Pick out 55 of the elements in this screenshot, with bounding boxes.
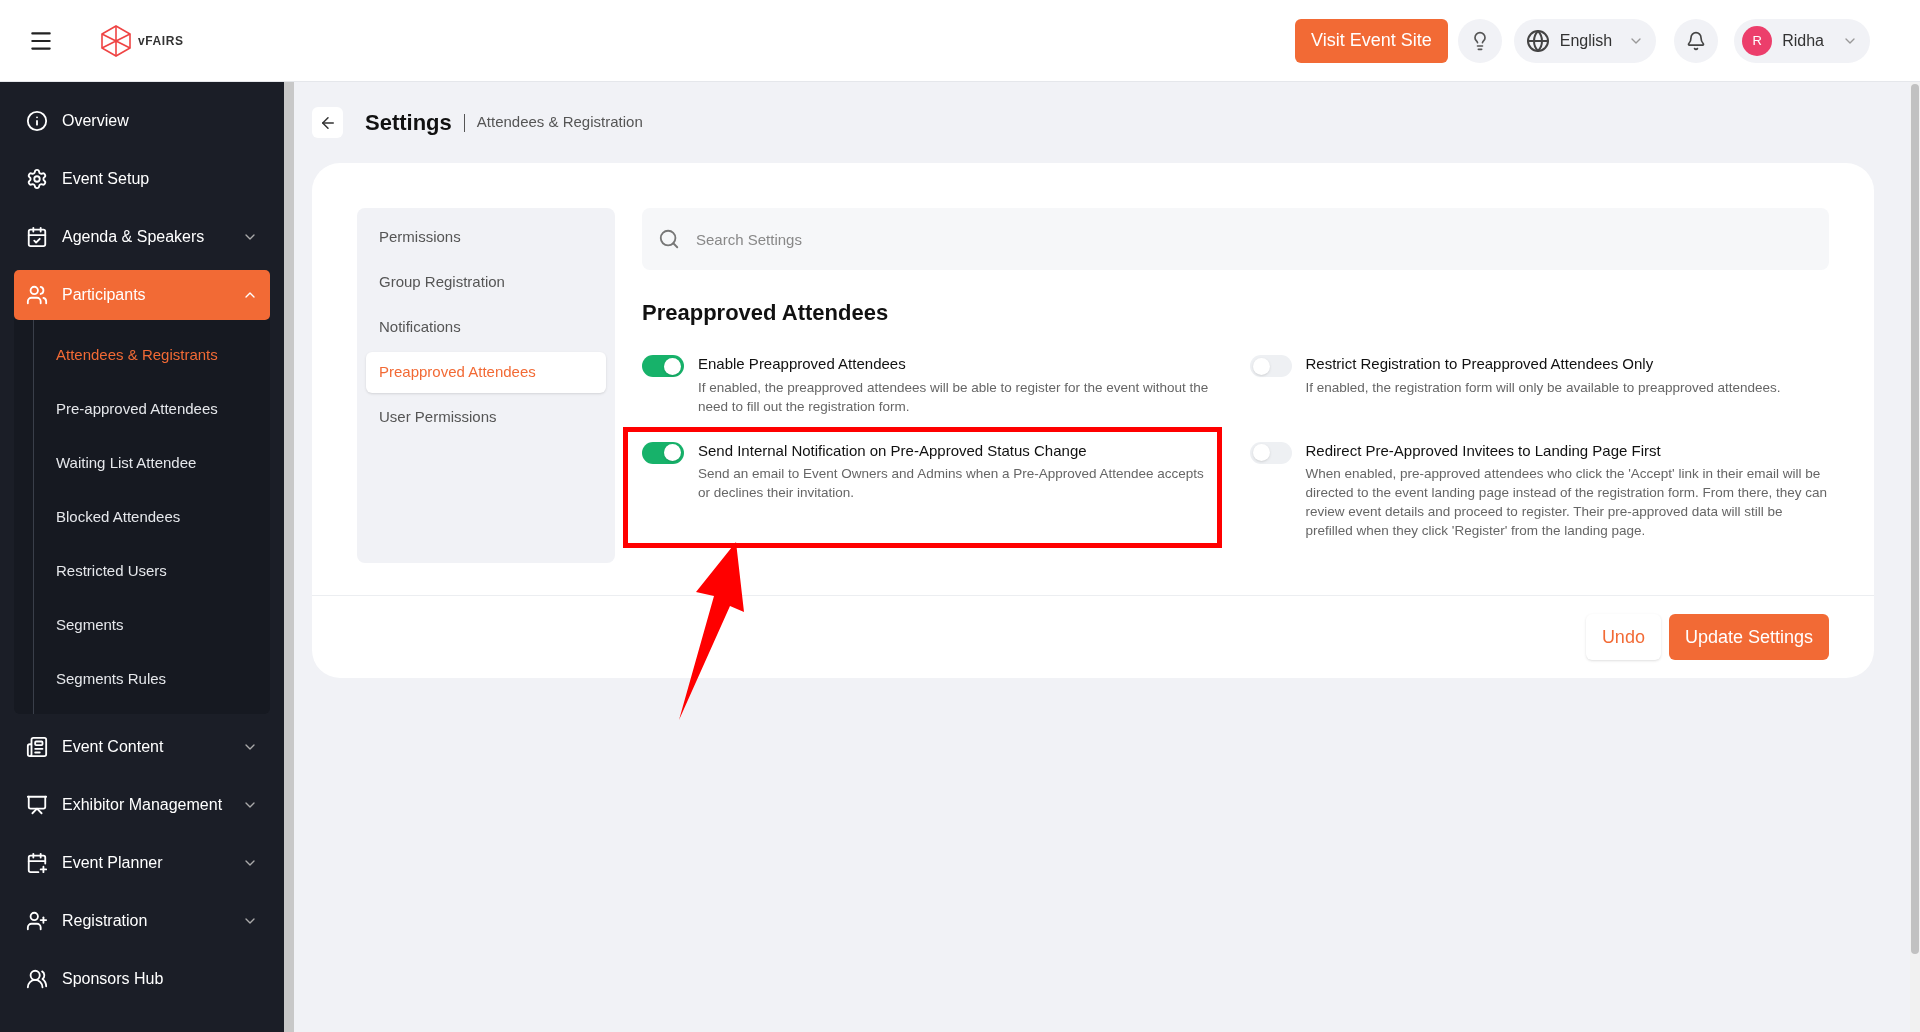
sidebar-subitem[interactable]: Segments — [34, 598, 270, 652]
setting-title: Enable Preapproved Attendees — [698, 354, 907, 374]
toggle-switch[interactable] — [642, 441, 684, 464]
setting-description: When enabled, pre-approved attendees who click the 'Accept' link in their email will be directed to the event landing page instead of the registration form. From there, they can review event details and proceed to register. Their pre-approved data will still be prefilled when they click 'Register' from the landing page. — [1305, 465, 1829, 540]
sidebar-subitem[interactable]: Waiting List Attendee — [34, 436, 270, 490]
sidebar-item[interactable]: Agenda & Speakers — [14, 212, 270, 262]
presenter-icon — [26, 794, 48, 816]
setting-title: Restrict Registration to Preapproved Attendees Only — [1305, 354, 1655, 374]
back-button[interactable] — [312, 107, 343, 138]
logo-text: vFAIRS — [138, 32, 184, 50]
toggle-switch[interactable] — [1249, 355, 1292, 377]
breadcrumb: Attendees & Registration — [476, 112, 643, 133]
setting-title: Send Internal Notification on Pre-Approved Status Change — [698, 440, 1088, 461]
sidebar-subitem[interactable]: Blocked Attendees — [34, 490, 270, 544]
search-field[interactable]: Search Settings — [642, 208, 1829, 270]
users-icon — [26, 968, 48, 990]
newspaper-icon — [26, 736, 48, 758]
sidebar-item[interactable]: Event Planner — [14, 838, 270, 888]
info-icon — [26, 110, 48, 132]
page-scrollbar[interactable] — [1911, 84, 1919, 954]
toggle-switch[interactable] — [642, 355, 684, 377]
setting-description: If enabled, the registration form will only be available to preapproved attendees. — [1305, 378, 1781, 397]
sidebar-scrollbar[interactable] — [284, 82, 294, 1032]
page-title: Settings — [365, 109, 452, 137]
user-plus-icon — [26, 910, 48, 932]
sidebar-item[interactable]: Exhibitor Management — [14, 780, 270, 830]
sidebar-subitem[interactable]: Restricted Users — [34, 544, 270, 598]
setting-description: If enabled, the preapproved attendees will be able to register for the event without the need to fill out the registration form. — [698, 378, 1210, 416]
setting-title: Redirect Pre-Approved Invitees to Landing Page First — [1305, 440, 1662, 461]
user-menu[interactable]: R Ridha — [1734, 18, 1870, 63]
sidebar-subitem[interactable]: Pre-approved Attendees — [34, 382, 270, 436]
sidebar-item[interactable]: Event Setup — [14, 154, 270, 204]
sidebar-subitem[interactable]: Segments Rules — [34, 652, 270, 706]
settings-nav-item[interactable]: User Permissions — [366, 397, 606, 438]
sidebar-item[interactable]: Sponsors Hub — [14, 954, 270, 1004]
users-icon — [26, 284, 48, 306]
calendar-plus-icon — [26, 852, 48, 874]
globe-icon — [1525, 28, 1550, 53]
settings-nav-item[interactable]: Notifications — [366, 307, 606, 348]
sidebar-item[interactable]: Event Content — [14, 722, 270, 772]
bell-icon — [1686, 30, 1707, 51]
calendar-icon — [26, 226, 48, 248]
language-dropdown[interactable]: English — [1513, 18, 1657, 63]
logo-icon — [100, 23, 132, 58]
settings-nav-item[interactable]: Permissions — [366, 217, 606, 258]
gear-icon — [26, 168, 48, 190]
avatar: R — [1742, 25, 1773, 56]
search-icon — [658, 228, 680, 250]
sidebar-item[interactable]: Registration — [14, 896, 270, 946]
sidebar-subitem[interactable]: Attendees & Registrants — [34, 328, 270, 382]
setting-description: Send an email to Event Owners and Admins when a Pre-Approved Attendee accepts or declines their invitation. — [698, 465, 1205, 502]
settings-nav-item[interactable]: Group Registration — [366, 262, 606, 303]
toggle-switch[interactable] — [1249, 441, 1292, 464]
sidebar-item[interactable]: Overview — [14, 96, 270, 146]
section-title: Preapproved Attendees — [642, 299, 890, 327]
